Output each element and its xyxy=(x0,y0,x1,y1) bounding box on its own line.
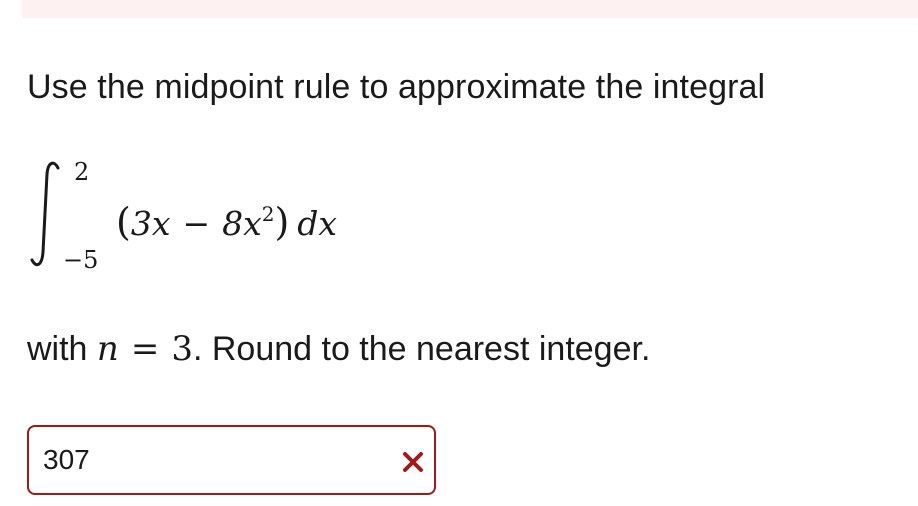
subinterval-instruction: with n = 3. Round to the nearest integer. xyxy=(27,328,650,370)
minus-operator: − xyxy=(182,204,211,243)
question-intro: Use the midpoint rule to approximate the… xyxy=(27,68,766,106)
n-symbol: n xyxy=(96,329,119,369)
equals-sign: = xyxy=(130,329,160,369)
term-3x: 3x xyxy=(130,204,171,243)
exponent: 2 xyxy=(261,202,275,226)
x-mark-icon xyxy=(403,452,423,472)
top-band xyxy=(22,0,918,18)
integrand: (3x −8x2) dx xyxy=(116,202,337,244)
differential-dx: dx xyxy=(297,204,338,243)
open-paren: ( xyxy=(116,200,131,244)
answer-field-container[interactable] xyxy=(27,425,436,495)
term-8x: 8x xyxy=(222,204,262,243)
close-paren: ) xyxy=(274,200,290,244)
answer-input[interactable] xyxy=(43,439,383,481)
n-value: 3 xyxy=(171,329,193,369)
with-prefix: with xyxy=(27,330,97,368)
integral-sign-icon xyxy=(30,161,60,267)
integral-upper-limit: 2 xyxy=(74,158,90,186)
integral-lower-limit: −5 xyxy=(63,246,99,274)
integral-expression: 2 −5 (3x −8x2) dx xyxy=(28,150,388,280)
rounding-instruction: . Round to the nearest integer. xyxy=(192,330,651,368)
